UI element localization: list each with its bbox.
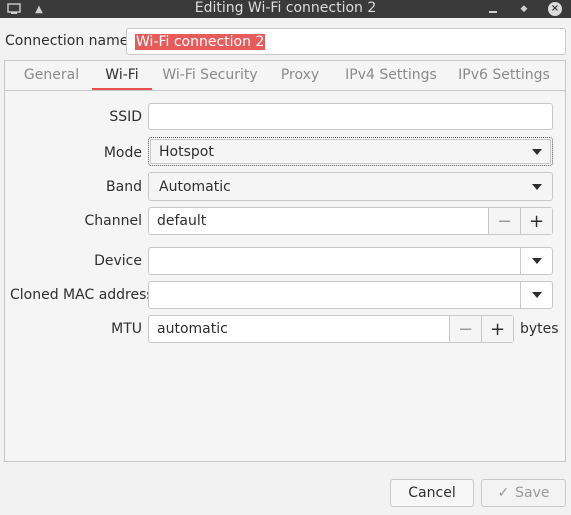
chevron-down-icon [532, 258, 542, 264]
band-value: Automatic [159, 178, 231, 195]
save-button[interactable]: ✓ Save [481, 479, 566, 507]
tab-general[interactable]: General [20, 61, 83, 90]
cloned-mac-combo-entry[interactable] [148, 281, 553, 309]
channel-value: default [157, 213, 207, 229]
device-label: Device [94, 253, 142, 269]
mtu-decrement-button[interactable]: − [449, 316, 481, 342]
band-label: Band [106, 179, 142, 195]
save-label: Save [515, 485, 550, 501]
cancel-label: Cancel [408, 485, 456, 501]
mtu-spinbutton[interactable]: automatic − + [148, 315, 514, 343]
mtu-label: MTU [111, 321, 142, 337]
chevron-down-icon [532, 148, 542, 155]
mtu-unit-label: bytes [520, 321, 559, 337]
connection-name-value: Wi-Fi connection 2 [135, 33, 266, 50]
connection-name-input[interactable]: Wi-Fi connection 2 [126, 28, 566, 55]
cloned-mac-label: Cloned MAC address [10, 287, 154, 303]
cloned-mac-dropdown-button[interactable] [520, 282, 552, 308]
tab-wifi[interactable]: Wi-Fi [92, 61, 152, 90]
channel-spinbutton[interactable]: default − + [148, 207, 553, 235]
ssid-label: SSID [109, 109, 142, 125]
mode-value: Hotspot [159, 143, 214, 160]
mtu-increment-button[interactable]: + [481, 316, 513, 342]
chevron-down-icon [532, 292, 542, 298]
band-dropdown[interactable]: Automatic [148, 172, 553, 201]
tab-proxy[interactable]: Proxy [272, 61, 328, 90]
tab-ipv4-settings[interactable]: IPv4 Settings [340, 61, 442, 90]
tab-ipv6-settings[interactable]: IPv6 Settings [454, 61, 554, 90]
channel-increment-button[interactable]: + [520, 208, 552, 234]
device-dropdown-button[interactable] [520, 248, 552, 274]
channel-label: Channel [84, 213, 142, 229]
minimize-icon[interactable] [486, 0, 500, 18]
device-combo-entry[interactable] [148, 247, 553, 275]
connection-name-label: Connection name [5, 33, 129, 49]
title-bar: ▲ Editing Wi-Fi connection 2 ◆ × [0, 0, 571, 18]
channel-decrement-button[interactable]: − [488, 208, 520, 234]
chevron-down-icon [532, 183, 542, 190]
maximize-icon[interactable]: ◆ [517, 0, 531, 18]
checkmark-icon: ✓ [497, 485, 510, 501]
mtu-value: automatic [157, 321, 228, 337]
ssid-input[interactable] [148, 103, 553, 130]
mode-label: Mode [103, 145, 142, 161]
tab-wifi-security[interactable]: Wi-Fi Security [161, 61, 259, 90]
mode-dropdown[interactable]: Hotspot [148, 137, 553, 166]
close-icon[interactable]: × [546, 0, 564, 18]
cancel-button[interactable]: Cancel [390, 479, 474, 507]
